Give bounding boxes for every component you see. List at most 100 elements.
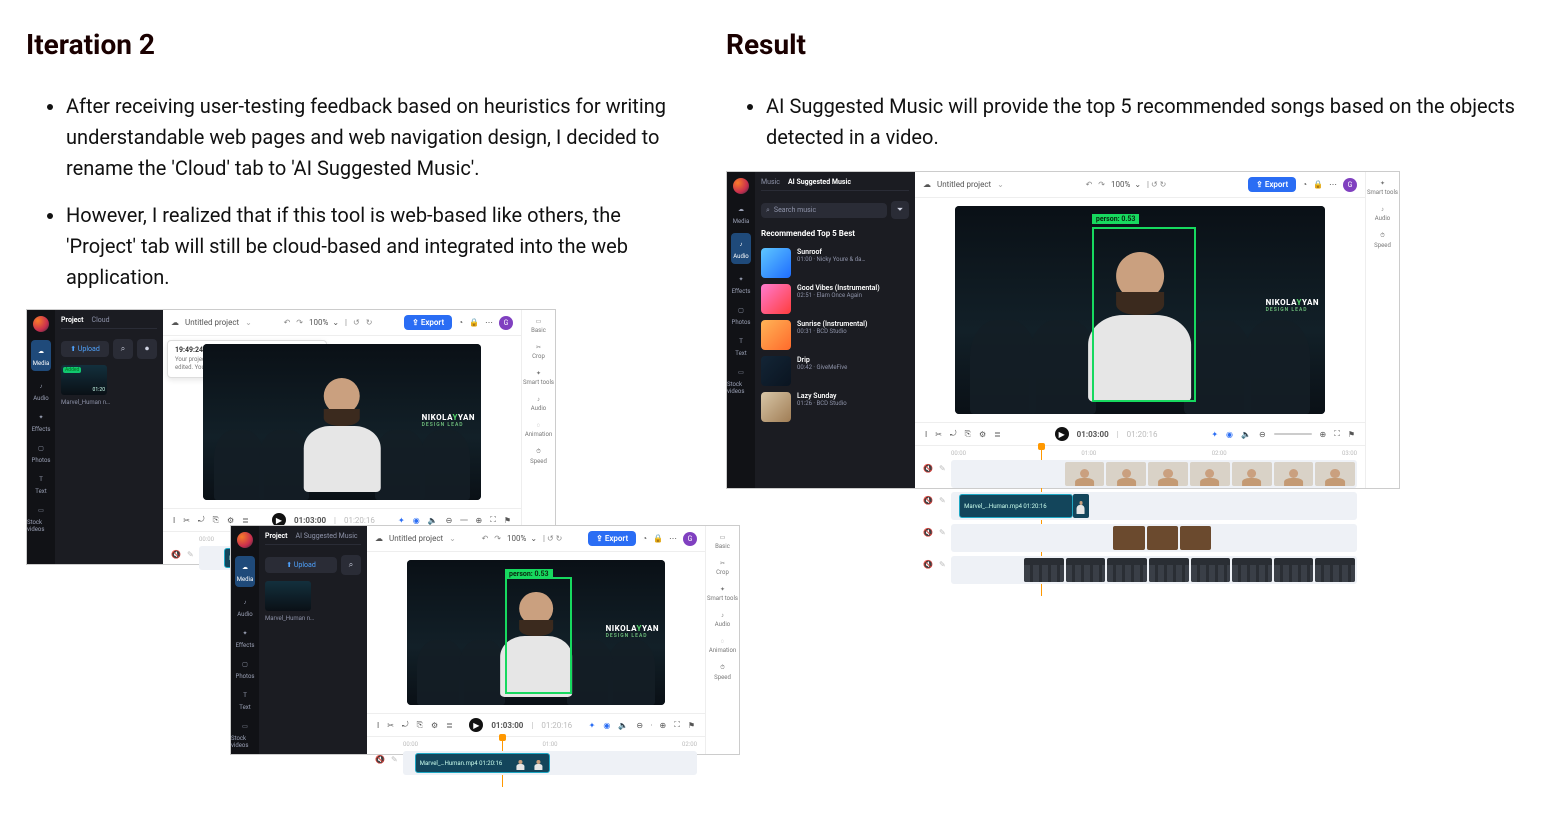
song-item[interactable]: Sunrise (Instrumental)00:31 · BCD Studio [761, 320, 909, 350]
lock-icon[interactable]: 🔒 [469, 318, 479, 327]
magic-icon[interactable]: ✦ [398, 516, 405, 525]
zoom-in-icon[interactable]: ⊕ [476, 516, 483, 525]
filter-button[interactable]: ⏷ [891, 201, 909, 219]
rail-audio[interactable]: ♪Audio [33, 379, 48, 402]
tool-split-icon[interactable]: ⎘ [213, 515, 219, 525]
search-input[interactable]: ⌕Search music [761, 203, 887, 218]
project-title[interactable]: Untitled project [389, 534, 443, 543]
right-basic[interactable]: ▭Basic [531, 318, 546, 334]
clock-icon[interactable]: ◔ [458, 318, 463, 327]
tool-adjust-icon[interactable]: ⚙ [227, 516, 234, 525]
export-button[interactable]: ⇪ Export [404, 315, 452, 330]
tab-project[interactable]: Project [265, 532, 288, 540]
rail-media[interactable]: ☁Media [733, 202, 750, 225]
tool-crop-icon[interactable]: ✂ [183, 516, 190, 525]
video-preview[interactable]: NIKOLAYYANDESIGN LEAD [203, 344, 481, 500]
rail-media[interactable]: ☁Media [31, 340, 52, 371]
song-item[interactable]: Good Vibes (Instrumental)02:51 · Elam On… [761, 284, 909, 314]
zoom-value[interactable]: 100% [309, 318, 328, 327]
avatar[interactable]: G [499, 316, 513, 330]
rail-photos[interactable]: ▢Photos [732, 303, 751, 326]
fit-icon[interactable]: ◉ [413, 516, 420, 525]
right-speed[interactable]: ⏱Speed [530, 448, 547, 465]
rail-photos[interactable]: ▢Photos [32, 441, 51, 464]
export-button[interactable]: ⇪ Export [1248, 177, 1296, 192]
chevron-down-icon[interactable]: ⌄ [449, 534, 456, 543]
search-button[interactable]: ⌕ [341, 555, 361, 575]
settings-icon[interactable]: ⚑ [504, 516, 511, 525]
rail-photos[interactable]: ▢Photos [236, 657, 255, 680]
media-thumb[interactable]: Added 01:20 [61, 365, 107, 395]
song-item[interactable]: Drip00:42 · GiveMeFive [761, 356, 909, 386]
rail-media[interactable]: ☁Media [235, 556, 256, 587]
iteration-bullet-2: However, I realized that if this tool is… [66, 200, 686, 293]
rail-text[interactable]: TText [238, 688, 252, 711]
zoom-slider[interactable] [460, 519, 467, 521]
right-smart[interactable]: ✦Smart tools [1367, 180, 1398, 196]
rail-audio[interactable]: ♪Audio [237, 595, 252, 618]
history-fwd-icon[interactable]: ↻ [366, 318, 373, 327]
tool-rotate-icon[interactable]: ⤾ [198, 515, 205, 525]
play-button[interactable]: ▶ [469, 718, 483, 732]
export-button[interactable]: ⇪ Export [588, 531, 636, 546]
song-title: Sunroof [797, 248, 865, 256]
rail-text[interactable]: TText [34, 472, 48, 495]
zoom-out-icon[interactable]: ⊖ [446, 516, 453, 525]
song-title: Lazy Sunday [797, 392, 847, 400]
chevron-down-icon[interactable]: ⌄ [997, 180, 1004, 189]
image-icon: ▢ [34, 441, 48, 455]
undo-icon[interactable]: ↶ [482, 534, 489, 543]
avatar[interactable]: G [683, 532, 697, 546]
video-preview[interactable]: person: 0.53 NIKOLAYYANDESIGN LEAD [407, 560, 665, 705]
iteration-bullets: After receiving user-testing feedback ba… [26, 91, 686, 293]
edit-icon[interactable]: ✎ [187, 550, 194, 559]
chevron-down-icon[interactable]: ⌄ [245, 318, 252, 327]
rail-stock[interactable]: ▭Stock videos [27, 503, 55, 533]
song-title: Good Vibes (Instrumental) [797, 284, 880, 292]
rail-stock[interactable]: ▭Stock videos [231, 719, 259, 749]
tool-text-icon[interactable]: I [173, 516, 175, 525]
rail-text[interactable]: TText [734, 334, 748, 357]
tab-cloud[interactable]: Cloud [92, 316, 110, 324]
search-button[interactable]: ⌕ [113, 339, 133, 359]
project-title[interactable]: Untitled project [937, 180, 991, 189]
record-button[interactable]: ⏺ [137, 339, 157, 359]
right-audio[interactable]: ♪Audio [1375, 206, 1390, 222]
tab-ai-suggested[interactable]: AI Suggested Music [296, 532, 358, 540]
rail-effects[interactable]: ✦Effects [732, 272, 751, 295]
rail-effects[interactable]: ✦Effects [32, 410, 51, 433]
rail-effects[interactable]: ✦Effects [236, 626, 255, 649]
upload-button[interactable]: ⬆ Upload [61, 341, 109, 357]
tab-project[interactable]: Project [61, 316, 84, 324]
music-panel: Music AI Suggested Music ⌕Search music ⏷… [755, 172, 915, 488]
mute-icon[interactable]: 🔇 [171, 550, 181, 559]
app-logo [733, 178, 749, 194]
undo-icon[interactable]: ↶ [284, 318, 291, 327]
right-crop[interactable]: ✂Crop [532, 344, 545, 360]
fullscreen-icon[interactable]: ⛶ [490, 515, 496, 525]
topbar: ☁ Untitled project ⌄ ↶ ↷ 100%⌄ | ↺ ↻ ⇪ E… [163, 310, 521, 336]
media-panel: Project AI Suggested Music ⬆ Upload ⌕ Ma… [259, 526, 367, 754]
history-back-icon[interactable]: ↺ [353, 318, 360, 327]
more-icon[interactable]: ⋯ [485, 318, 493, 327]
play-button[interactable]: ▶ [1055, 427, 1069, 441]
avatar[interactable]: G [1343, 178, 1357, 192]
volume-icon[interactable]: 🔈 [428, 516, 438, 525]
right-smart[interactable]: ✦Smart tools [523, 370, 554, 386]
tool-layers-icon[interactable]: ≣ [242, 516, 249, 525]
rail-audio[interactable]: ♪Audio [731, 233, 750, 264]
rail-stock[interactable]: ▭Stock videos [727, 365, 755, 395]
right-audio[interactable]: ♪Audio [531, 396, 546, 412]
right-speed[interactable]: ⏱Speed [1374, 232, 1391, 249]
upload-button[interactable]: ⬆ Upload [265, 557, 337, 573]
tab-ai-suggested[interactable]: AI Suggested Music [788, 178, 851, 186]
right-anim[interactable]: ◌Animation [525, 422, 552, 438]
project-title[interactable]: Untitled project [185, 318, 239, 327]
song-item[interactable]: Sunroof01:00 · Nicky Youre & da… [761, 248, 909, 278]
media-thumb[interactable] [265, 581, 311, 611]
video-preview[interactable]: person: 0.53 NIKOLAYYANDESIGN LEAD [955, 206, 1325, 414]
tab-music[interactable]: Music [761, 178, 780, 186]
chevron-down-icon[interactable]: ⌄ [332, 318, 339, 327]
undo-icon[interactable]: ↶ [1086, 180, 1093, 189]
song-item[interactable]: Lazy Sunday01:26 · BCD Studio [761, 392, 909, 422]
